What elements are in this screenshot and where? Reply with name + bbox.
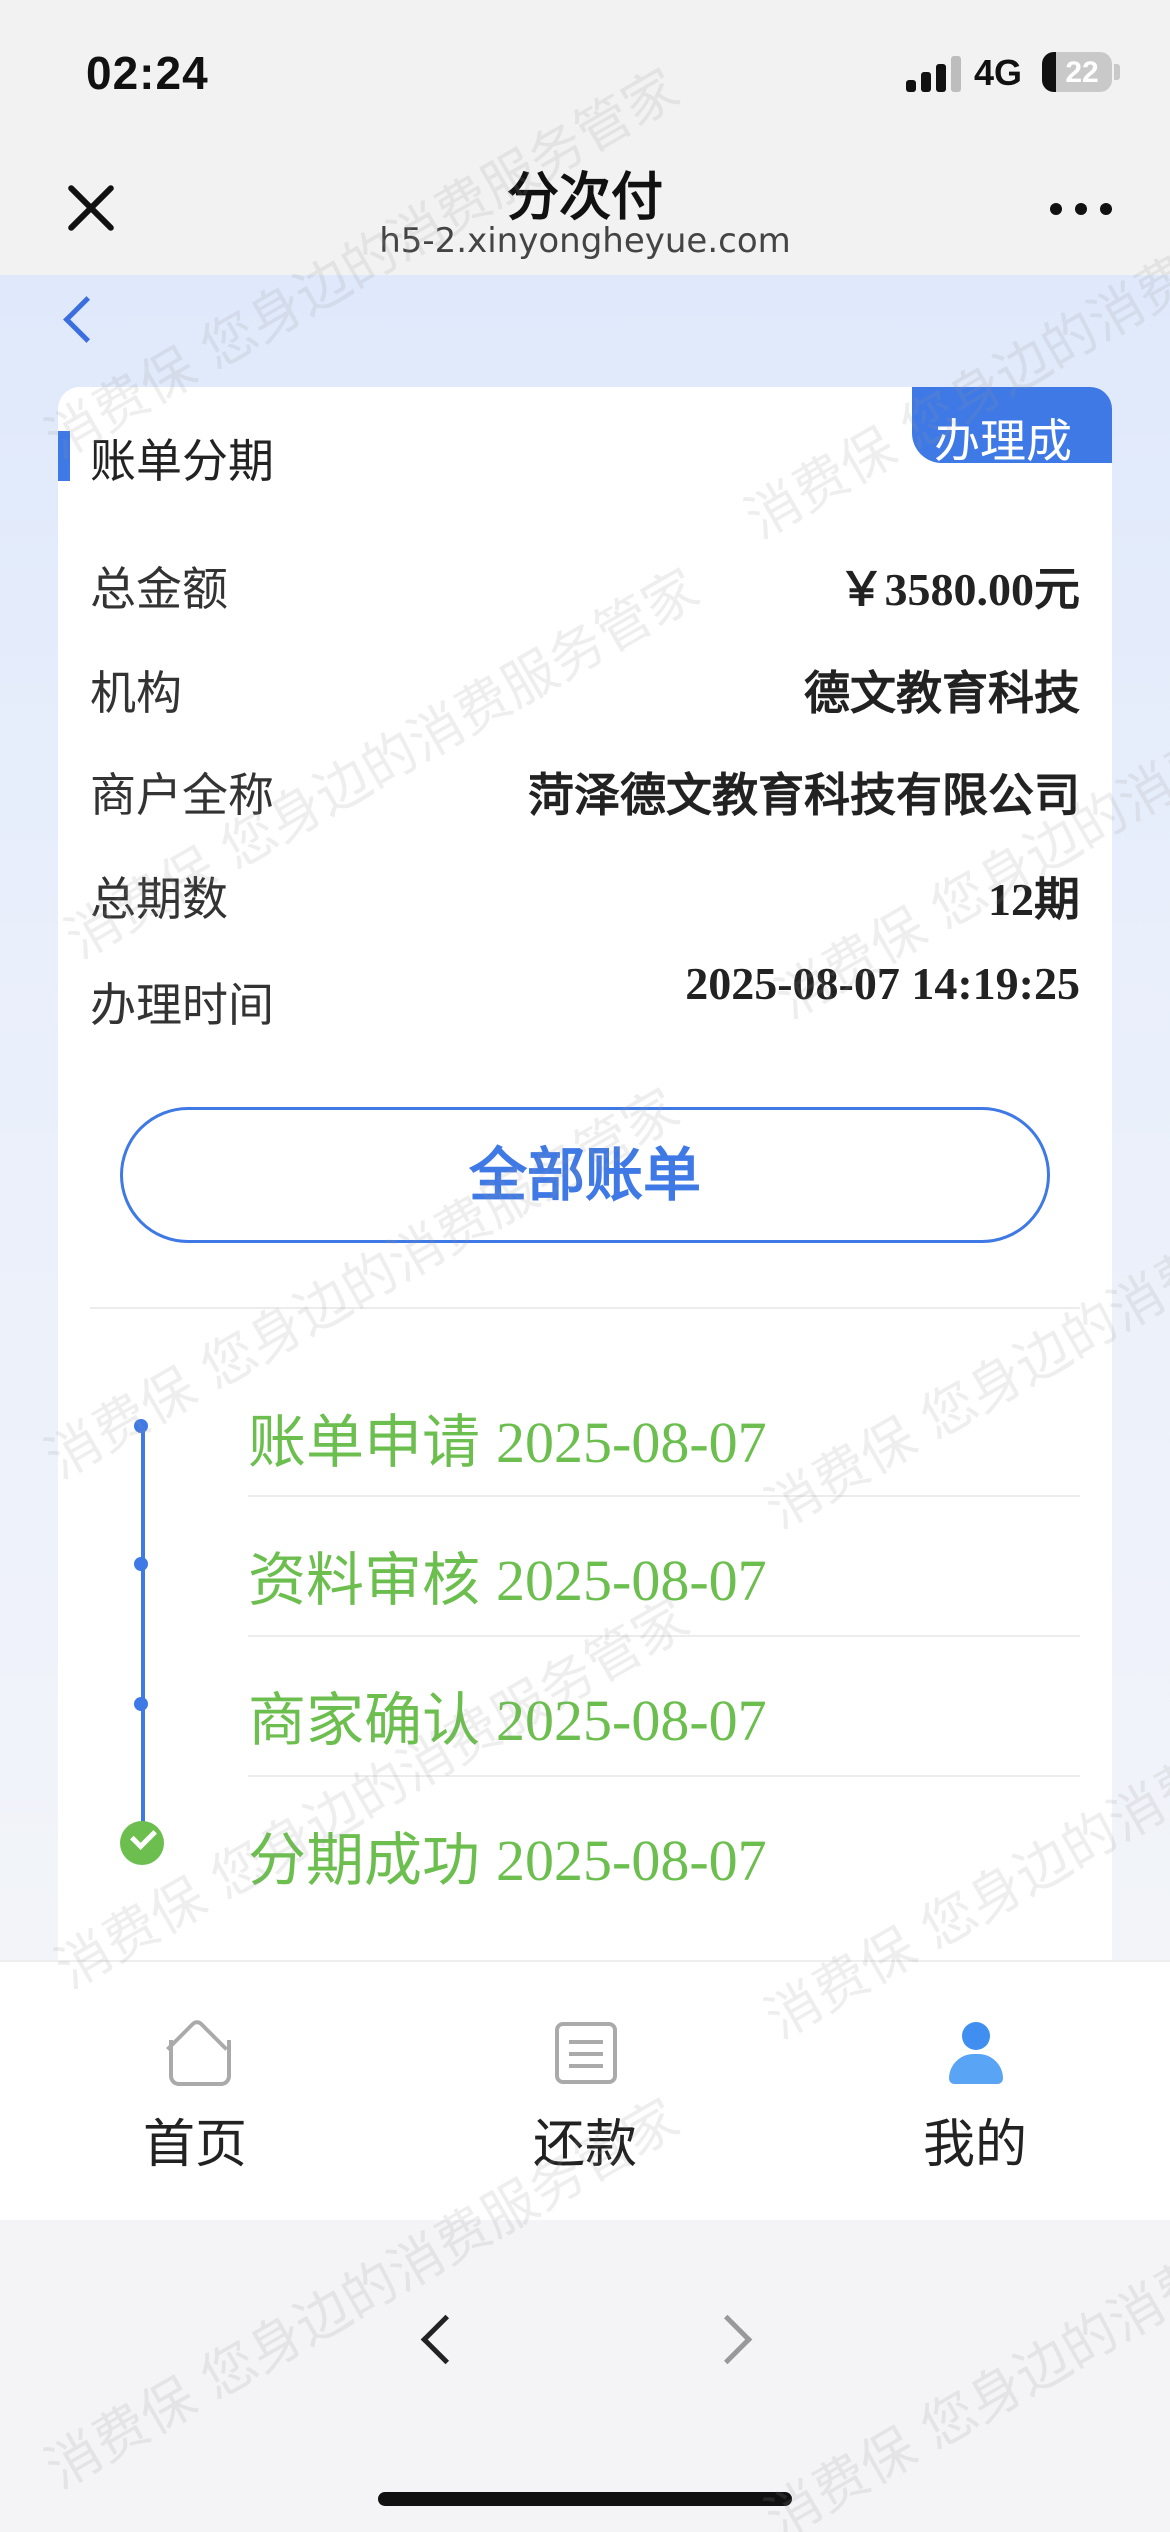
back-button[interactable] — [52, 285, 112, 355]
status-time: 02:24 — [86, 47, 209, 99]
timeline-date: 2025-08-07 — [496, 1688, 767, 1753]
status-badge: 办理成 — [912, 387, 1112, 463]
info-row-total-amount: 总金额 ￥3580.00元 — [90, 553, 1080, 623]
browser-header: 分次付 h5-2.xinyongheyue.com — [0, 145, 1170, 275]
section-accent-bar — [58, 431, 70, 481]
tab-repay[interactable]: 还款 — [390, 1962, 780, 2222]
timeline-item: 分期成功 2025-08-07 — [90, 1777, 1080, 1917]
page-title: 分次付 — [506, 168, 663, 228]
timeline-step: 分期成功 — [248, 1826, 481, 1894]
battery-level: 22 — [1065, 56, 1099, 89]
browser-toolbar — [0, 2220, 1170, 2532]
info-label: 商户全称 — [90, 768, 274, 822]
timeline-dot — [134, 1557, 148, 1571]
section-title: 账单分期 — [90, 434, 274, 488]
info-value: 德文教育科技 — [804, 666, 1080, 720]
tab-mine[interactable]: 我的 — [780, 1962, 1170, 2222]
timeline-date: 2025-08-07 — [496, 1828, 767, 1893]
info-label: 机构 — [90, 666, 182, 720]
home-indicator — [378, 2492, 792, 2506]
timeline-dot — [134, 1419, 148, 1433]
info-value: 菏泽德文教育科技有限公司 — [528, 768, 1080, 822]
status-bar: 02:24 4G 22 — [0, 0, 1170, 145]
all-bills-button[interactable]: 全部账单 — [120, 1107, 1050, 1243]
user-icon — [945, 2022, 1007, 2084]
battery-cap — [1114, 64, 1120, 80]
tab-label: 还款 — [532, 2115, 637, 2175]
browser-forward-button[interactable] — [710, 2310, 760, 2370]
page-url: h5-2.xinyongheyue.com — [379, 221, 791, 261]
timeline-step: 账单申请 — [248, 1408, 481, 1476]
info-row-total-periods: 总期数 12期 — [90, 863, 1080, 933]
timeline-dot — [134, 1697, 148, 1711]
info-value: 12期 — [988, 874, 1080, 925]
home-icon — [165, 2022, 231, 2086]
tab-label: 首页 — [142, 2115, 247, 2175]
battery-icon: 22 — [1042, 52, 1112, 92]
main-content: 办理成 账单分期 总金额 ￥3580.00元 机构 德文教育科技 商户全称 菏泽… — [0, 275, 1170, 1960]
browser-back-button[interactable] — [410, 2310, 460, 2370]
info-row-merchant-name: 商户全称 菏泽德文教育科技有限公司 — [90, 759, 1080, 829]
repay-icon — [555, 2022, 617, 2084]
info-row-processing-time: 办理时间 2025-08-07 14:19:25 — [90, 958, 1080, 1039]
timeline-step: 资料审核 — [248, 1546, 481, 1614]
bill-card: 办理成 账单分期 总金额 ￥3580.00元 机构 德文教育科技 商户全称 菏泽… — [58, 387, 1112, 1960]
divider — [90, 1307, 1080, 1309]
info-label: 总期数 — [90, 872, 228, 926]
timeline-item: 商家确认 2025-08-07 — [90, 1637, 1080, 1777]
tab-label: 我的 — [922, 2115, 1027, 2175]
info-row-institution: 机构 德文教育科技 — [90, 657, 1080, 727]
more-options-button[interactable] — [1046, 197, 1116, 221]
timeline-item: 账单申请 2025-08-07 — [90, 1357, 1080, 1497]
signal-icon — [906, 56, 962, 92]
timeline-item: 资料审核 2025-08-07 — [90, 1497, 1080, 1637]
check-circle-icon — [120, 1821, 164, 1865]
bottom-tab-bar: 首页 还款 我的 — [0, 1960, 1170, 2220]
network-label: 4G — [974, 52, 1023, 93]
timeline-text: 商家确认 2025-08-07 — [248, 1673, 767, 1757]
timeline-text: 账单申请 2025-08-07 — [248, 1395, 767, 1479]
timeline-text: 资料审核 2025-08-07 — [248, 1533, 767, 1617]
timeline-step: 商家确认 — [248, 1686, 481, 1754]
timeline-date: 2025-08-07 — [496, 1548, 767, 1613]
timeline-text: 分期成功 2025-08-07 — [248, 1813, 767, 1897]
tab-home[interactable]: 首页 — [0, 1962, 390, 2222]
info-value: ￥3580.00元 — [838, 564, 1081, 615]
timeline-date: 2025-08-07 — [496, 1410, 767, 1475]
info-label: 总金额 — [90, 562, 228, 616]
info-value: 2025-08-07 14:19:25 — [685, 958, 1080, 1009]
info-label: 办理时间 — [90, 978, 274, 1032]
